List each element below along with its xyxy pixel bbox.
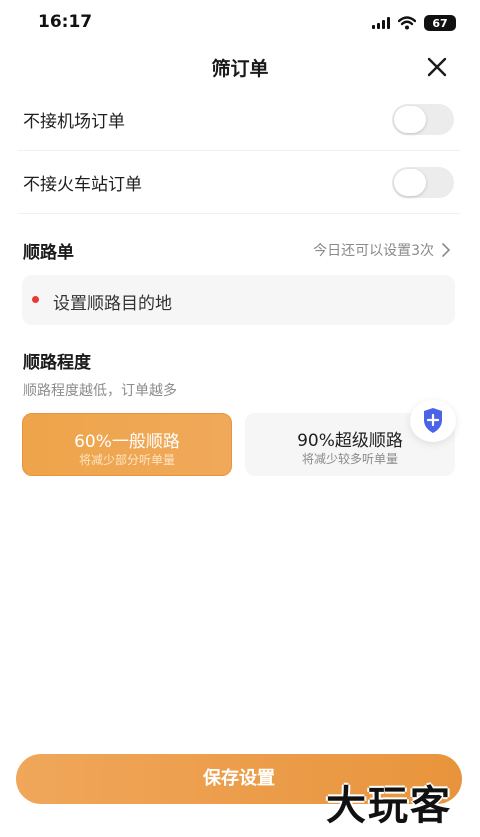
- header: 筛订单: [0, 46, 480, 90]
- status-time: 16:17: [38, 12, 93, 32]
- page-title: 筛订单: [211, 58, 269, 80]
- train-station-toggle[interactable]: [392, 167, 454, 198]
- filter-row-airport: 不接机场订单: [18, 89, 460, 151]
- shield-plus-icon: [424, 408, 442, 433]
- status-icons: 67: [372, 14, 456, 32]
- battery-icon: 67: [424, 15, 456, 31]
- toggle-knob: [394, 169, 426, 196]
- degree-option-60[interactable]: 60%一般顺路 将减少部分听单量: [22, 413, 232, 476]
- filter-row-train: 不接火车站订单: [18, 152, 460, 214]
- wifi-icon: [398, 16, 416, 30]
- close-icon[interactable]: [424, 54, 450, 80]
- option-subtitle: 将减少较多听单量: [301, 452, 398, 466]
- chevron-right-icon: [442, 243, 450, 257]
- route-remaining-text: 今日还可以设置3次: [313, 243, 434, 259]
- option-title: 60%一般顺路: [74, 432, 180, 452]
- destination-placeholder: 设置顺路目的地: [53, 294, 172, 314]
- option-subtitle: 将减少部分听单量: [78, 453, 175, 467]
- destination-input[interactable]: 设置顺路目的地: [22, 275, 455, 325]
- watermark-logo: 大玩客: [326, 783, 452, 829]
- destination-dot-icon: [32, 296, 39, 303]
- filter-label-train: 不接火车站订单: [23, 175, 142, 195]
- signal-icon: [372, 17, 390, 29]
- filter-label-airport: 不接机场订单: [23, 112, 125, 132]
- degree-section-title: 顺路程度: [23, 353, 91, 373]
- toggle-knob: [394, 106, 426, 133]
- route-remaining-link[interactable]: 今日还可以设置3次: [313, 240, 450, 260]
- status-bar: 16:17 67: [0, 0, 480, 46]
- airport-toggle[interactable]: [392, 104, 454, 135]
- degree-hint: 顺路程度越低，订单越多: [23, 383, 177, 399]
- route-section-title: 顺路单: [23, 243, 74, 263]
- plus-badge[interactable]: [410, 400, 456, 442]
